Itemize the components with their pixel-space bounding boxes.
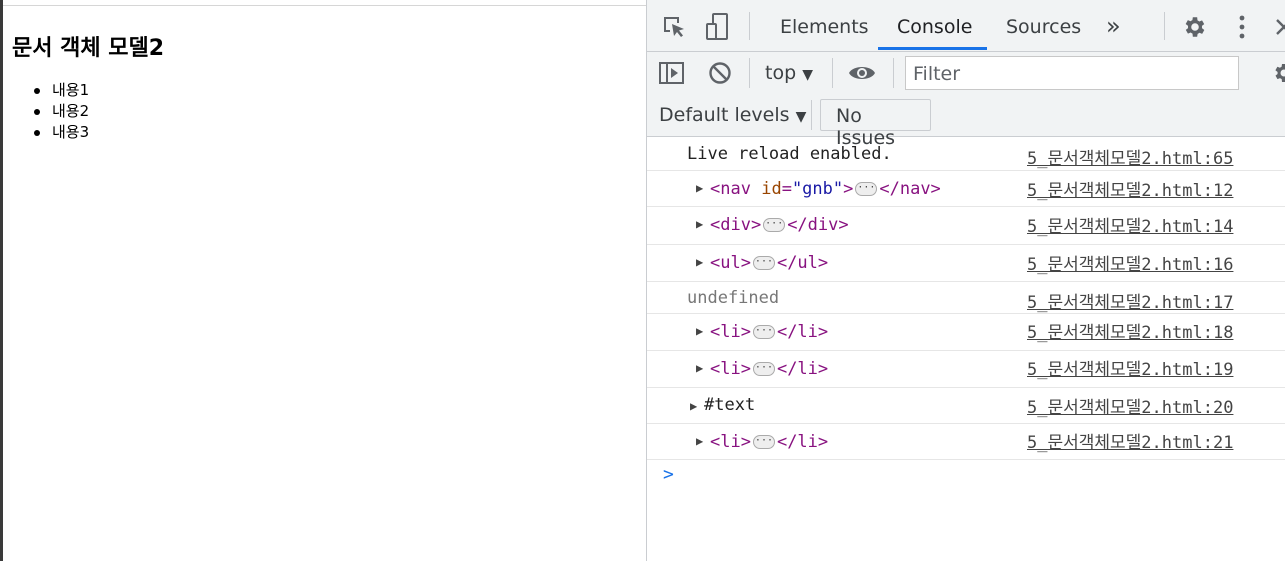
list-item: 내용2: [33, 102, 90, 120]
divider: [0, 5, 646, 6]
console-message: ▶ <li> ··· </li> 5_문서객체모델2.html:21: [647, 424, 1285, 460]
toolbar-separator: [893, 58, 894, 88]
toolbar-separator: [749, 12, 750, 40]
ellipsis-icon[interactable]: ···: [763, 218, 786, 232]
divider: [0, 0, 3, 561]
console-messages: Live reload enabled. 5_문서객체모델2.html:65 ▶…: [647, 137, 1285, 460]
tag-close: </div>: [787, 215, 849, 235]
device-toolbar-icon[interactable]: [705, 12, 731, 46]
console-message: undefined 5_문서객체모델2.html:17: [647, 282, 1285, 314]
tag-close: </nav>: [879, 179, 941, 199]
tag-close: </ul>: [776, 253, 829, 273]
tag-close: </li>: [776, 432, 829, 452]
list-item: 내용3: [33, 123, 90, 141]
log-levels-label: Default levels: [659, 104, 790, 126]
source-link[interactable]: 5_문서객체모델2.html:20: [1027, 393, 1233, 418]
toolbar-separator: [832, 58, 833, 88]
source-link[interactable]: 5_문서객체모델2.html:17: [1027, 288, 1233, 313]
context-select[interactable]: top ▼: [765, 62, 813, 84]
console-toolbar: top ▼ Filter: [647, 52, 1285, 94]
log-text: undefined: [687, 288, 780, 308]
source-link[interactable]: 5_문서객체모델2.html:16: [1027, 250, 1233, 275]
expand-triangle-icon[interactable]: ▶: [690, 399, 697, 413]
tag-open: <div>: [710, 215, 762, 235]
tag-open-end: >: [843, 179, 854, 199]
source-link[interactable]: 5_문서객체모델2.html:19: [1027, 355, 1233, 380]
expand-triangle-icon[interactable]: ▶: [696, 217, 703, 231]
ellipsis-icon[interactable]: ···: [752, 256, 775, 270]
expand-triangle-icon[interactable]: ▶: [696, 434, 703, 448]
devtools-panel: Elements Console Sources » top ▼ Filter …: [646, 0, 1285, 561]
tag-open: <li>: [710, 322, 751, 342]
console-settings-gear-icon[interactable]: [1272, 61, 1285, 89]
toolbar-separator: [1164, 12, 1165, 40]
tag-open: <ul>: [710, 253, 751, 273]
ellipsis-icon[interactable]: ···: [752, 435, 775, 449]
close-icon[interactable]: [1275, 16, 1285, 42]
active-tab-indicator: [878, 47, 987, 50]
console-sidebar-icon[interactable]: [659, 61, 685, 89]
expand-triangle-icon[interactable]: ▶: [696, 181, 703, 195]
clear-console-icon[interactable]: [708, 61, 732, 89]
attr-name: id: [761, 179, 782, 199]
ellipsis-icon[interactable]: ···: [752, 325, 775, 339]
filter-input[interactable]: Filter: [905, 56, 1239, 90]
console-message: ▶ #text 5_문서객체모델2.html:20: [647, 388, 1285, 424]
page-heading: 문서 객체 모델2: [12, 36, 165, 61]
source-link[interactable]: 5_문서객체모델2.html:14: [1027, 212, 1233, 237]
attr-value: "gnb": [791, 179, 844, 199]
element-node[interactable]: <ul> ··· </ul>: [710, 253, 828, 273]
chevron-down-icon: ▼: [802, 67, 813, 83]
issues-button[interactable]: No Issues: [820, 99, 931, 149]
more-tabs-icon[interactable]: »: [1106, 12, 1121, 40]
source-link[interactable]: 5_문서객체모델2.html:21: [1027, 428, 1233, 453]
page-viewport: 문서 객체 모델2 내용1 내용2 내용3: [0, 0, 646, 561]
element-node[interactable]: <li> ··· </li>: [710, 359, 828, 379]
chevron-down-icon: ▼: [795, 109, 807, 125]
console-message: ▶ <li> ··· </li> 5_문서객체모델2.html:18: [647, 314, 1285, 351]
log-levels-dropdown[interactable]: Default levels ▼: [659, 104, 806, 126]
tag-close: </li>: [776, 322, 829, 342]
toolbar-separator: [811, 100, 812, 130]
source-link[interactable]: 5_문서객체모델2.html:18: [1027, 318, 1233, 343]
element-node[interactable]: <div> ··· </div>: [710, 215, 849, 235]
list-item: 내용1: [33, 81, 90, 99]
console-message: ▶ <li> ··· </li> 5_문서객체모델2.html:19: [647, 351, 1285, 388]
tab-sources[interactable]: Sources: [1006, 16, 1081, 38]
console-message: ▶ <ul> ··· </ul> 5_문서객체모델2.html:16: [647, 245, 1285, 282]
element-node[interactable]: <li> ··· </li>: [710, 432, 828, 452]
more-options-icon[interactable]: [1239, 15, 1245, 43]
settings-gear-icon[interactable]: [1182, 14, 1208, 44]
console-message: ▶ <div> ··· </div> 5_문서객체모델2.html:14: [647, 207, 1285, 245]
inspect-element-icon[interactable]: [661, 14, 687, 44]
expand-triangle-icon[interactable]: ▶: [696, 255, 703, 269]
toolbar-separator: [749, 58, 750, 88]
tag-open: <li>: [710, 359, 751, 379]
tag-open: <nav: [710, 179, 751, 199]
expand-triangle-icon[interactable]: ▶: [696, 324, 703, 338]
tab-elements[interactable]: Elements: [780, 16, 869, 38]
console-message: ▶ <nav id="gnb"> ··· </nav> 5_문서객체모델2.html…: [647, 171, 1285, 207]
context-select-value: top: [765, 62, 797, 84]
devtools-toolbar: Elements Console Sources »: [647, 0, 1285, 52]
element-node[interactable]: <li> ··· </li>: [710, 322, 828, 342]
source-link[interactable]: 5_문서객체모델2.html:12: [1027, 176, 1233, 201]
live-expression-eye-icon[interactable]: [848, 62, 876, 88]
text-node[interactable]: #text: [704, 395, 755, 415]
content-list: 내용1 내용2 내용3: [33, 80, 90, 143]
tag-open: <li>: [710, 432, 751, 452]
ellipsis-icon[interactable]: ···: [752, 362, 775, 376]
ellipsis-icon[interactable]: ···: [855, 182, 878, 196]
console-prompt[interactable]: >: [663, 464, 674, 485]
console-message: Live reload enabled. 5_문서객체모델2.html:65: [647, 137, 1285, 171]
log-text: Live reload enabled.: [687, 144, 892, 164]
source-link[interactable]: 5_문서객체모델2.html:65: [1027, 144, 1233, 169]
levels-toolbar: Default levels ▼ No Issues: [647, 94, 1285, 149]
tag-close: </li>: [776, 359, 829, 379]
expand-triangle-icon[interactable]: ▶: [696, 361, 703, 375]
element-node[interactable]: <nav id="gnb"> ··· </nav>: [710, 179, 941, 199]
tab-console[interactable]: Console: [897, 16, 972, 38]
